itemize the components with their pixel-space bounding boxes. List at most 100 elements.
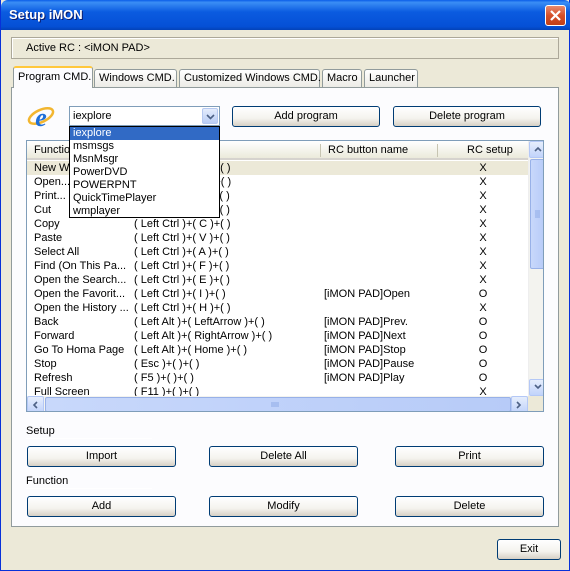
table-row[interactable]: Select All ( Left Ctrl )+( A )+( ) X [27, 245, 528, 259]
column-separator[interactable] [437, 144, 438, 157]
delete-all-button[interactable]: Delete All [209, 446, 358, 467]
program-option[interactable]: iexplore [70, 127, 219, 140]
row-function-cell: Copy [34, 218, 60, 230]
row-rc-setup-cell: O [478, 372, 488, 384]
active-rc-box: Active RC : <iMON PAD> [11, 37, 559, 59]
function-divider [26, 488, 152, 489]
program-option[interactable]: QuickTimePlayer [70, 192, 219, 205]
setup-imon-window: Setup iMON Active RC : <iMON PAD> Progra… [0, 0, 570, 571]
row-rc-setup-cell: X [479, 190, 487, 202]
row-rc-setup-cell: O [478, 344, 488, 356]
grip-icon [271, 402, 279, 407]
row-function-cell: Paste [34, 232, 63, 244]
table-row[interactable]: Back ( Left Alt )+( LeftArrow )+( ) [iMON … [27, 315, 528, 329]
program-option[interactable]: MsnMsgr [70, 153, 219, 166]
close-button[interactable] [545, 5, 566, 26]
table-row[interactable]: Find (On This Pa... ( Left Ctrl )+( F )+(… [27, 259, 528, 273]
row-function-cell: Refresh [34, 372, 73, 384]
row-key-cell: ( Left Alt )+( Home )+( ) [134, 344, 248, 356]
import-button[interactable]: Import [27, 446, 176, 467]
row-rc-setup-cell: O [478, 316, 488, 328]
column-header-rc-setup[interactable]: RC setup [467, 144, 513, 156]
row-function-cell: Back [34, 316, 59, 328]
row-rc-setup-cell: X [479, 246, 487, 258]
row-function-cell: Select All [34, 246, 80, 258]
scroll-up-button[interactable] [529, 141, 543, 158]
table-row[interactable]: Refresh ( F5 )+( )+( ) [iMON PAD]Play O [27, 371, 528, 385]
function-section-label: Function [26, 475, 69, 487]
chevron-up-icon [534, 146, 542, 152]
row-function-cell: Forward [34, 330, 75, 342]
table-row[interactable]: Copy ( Left Ctrl )+( C )+( ) X [27, 217, 528, 231]
table-row[interactable]: Forward ( Left Alt )+( RightArrow )+( ) [i… [27, 329, 528, 343]
delete-program-button[interactable]: Delete program [393, 106, 541, 127]
row-rc-setup-cell: X [479, 176, 487, 188]
tab-macro[interactable]: Macro [322, 69, 362, 87]
vertical-scrollbar[interactable] [528, 141, 543, 396]
program-dropdown-list: iexplore msmsgs MsnMsgr PowerDVD POWERPN… [69, 126, 220, 218]
row-key-cell: ( Left Alt )+( LeftArrow )+( ) [134, 316, 265, 328]
add-function-button[interactable]: Add [27, 496, 176, 517]
scroll-right-button[interactable] [511, 396, 528, 411]
row-function-cell: Go To Homa Page [34, 344, 125, 356]
table-row[interactable]: Open the Favorit... ( Left Ctrl )+( I )+(… [27, 287, 528, 301]
row-rc-button-cell: [iMON PAD]Play [324, 372, 405, 384]
row-function-cell: Open the Search... [34, 274, 127, 286]
row-rc-setup-cell: X [479, 218, 487, 230]
tab-program-cmd[interactable]: Program CMD. [13, 66, 93, 88]
svg-text:e: e [35, 103, 47, 132]
row-rc-setup-cell: O [478, 288, 488, 300]
setup-divider [26, 438, 152, 439]
row-rc-setup-cell: O [478, 330, 488, 342]
table-row[interactable]: Open the Search... ( Left Ctrl )+( E )+( … [27, 273, 528, 287]
row-function-cell: Open the Favorit... [34, 288, 126, 300]
tab-windows-cmd[interactable]: Windows CMD. [94, 69, 177, 87]
table-row[interactable]: Open the History ... ( Left Ctrl )+( H )+… [27, 301, 528, 315]
active-rc-label: Active RC : <iMON PAD> [26, 42, 150, 54]
row-rc-setup-cell: X [479, 260, 487, 272]
row-function-cell: Open the History ... [34, 302, 129, 314]
scrollbar-corner [528, 396, 543, 411]
row-rc-setup-cell: X [479, 162, 487, 174]
row-rc-button-cell: [iMON PAD]Prev. [324, 316, 408, 328]
internet-explorer-icon: e [27, 103, 55, 132]
row-rc-button-cell: [iMON PAD]Next [324, 330, 406, 342]
horizontal-scrollbar[interactable] [27, 396, 528, 411]
program-option[interactable]: POWERPNT [70, 179, 219, 192]
program-select-dropdown-button[interactable] [202, 108, 218, 124]
window-title: Setup iMON [9, 7, 83, 22]
tab-launcher[interactable]: Launcher [364, 69, 418, 87]
row-key-cell: ( F5 )+( )+( ) [134, 372, 194, 384]
add-program-button[interactable]: Add program [232, 106, 380, 127]
row-rc-setup-cell: O [478, 358, 488, 370]
tab-customized-windows-cmd[interactable]: Customized Windows CMD. [179, 69, 321, 87]
program-option[interactable]: PowerDVD [70, 166, 219, 179]
delete-function-button[interactable]: Delete [395, 496, 544, 517]
column-separator[interactable] [320, 144, 321, 157]
scroll-left-button[interactable] [27, 396, 44, 411]
close-icon [550, 10, 561, 21]
program-option[interactable]: msmsgs [70, 140, 219, 153]
table-row[interactable]: Stop ( Esc )+( )+( ) [iMON PAD]Pause O [27, 357, 528, 371]
program-option[interactable]: wmplayer [70, 205, 219, 218]
horizontal-scroll-thumb[interactable] [45, 397, 511, 411]
program-select-value: iexplore [73, 110, 112, 122]
row-key-cell: ( Left Alt )+( RightArrow )+( ) [134, 330, 273, 342]
table-row[interactable]: Go To Homa Page ( Left Alt )+( Home )+( )… [27, 343, 528, 357]
scroll-down-button[interactable] [529, 379, 543, 396]
row-rc-setup-cell: X [479, 274, 487, 286]
row-rc-button-cell: [iMON PAD]Stop [324, 344, 406, 356]
row-rc-setup-cell: X [479, 232, 487, 244]
chevron-down-icon [206, 114, 215, 120]
title-bar[interactable]: Setup iMON [1, 0, 570, 30]
column-header-rc-button-name[interactable]: RC button name [328, 144, 408, 156]
exit-button[interactable]: Exit [497, 539, 561, 560]
row-key-cell: ( Left Ctrl )+( H )+( ) [134, 302, 231, 314]
vertical-scroll-thumb[interactable] [530, 159, 543, 269]
table-row[interactable]: Paste ( Left Ctrl )+( V )+( ) X [27, 231, 528, 245]
modify-function-button[interactable]: Modify [209, 496, 358, 517]
program-select[interactable]: iexplore [69, 106, 220, 126]
chevron-down-icon [534, 384, 542, 390]
grip-icon [535, 210, 540, 218]
print-button[interactable]: Print [395, 446, 544, 467]
